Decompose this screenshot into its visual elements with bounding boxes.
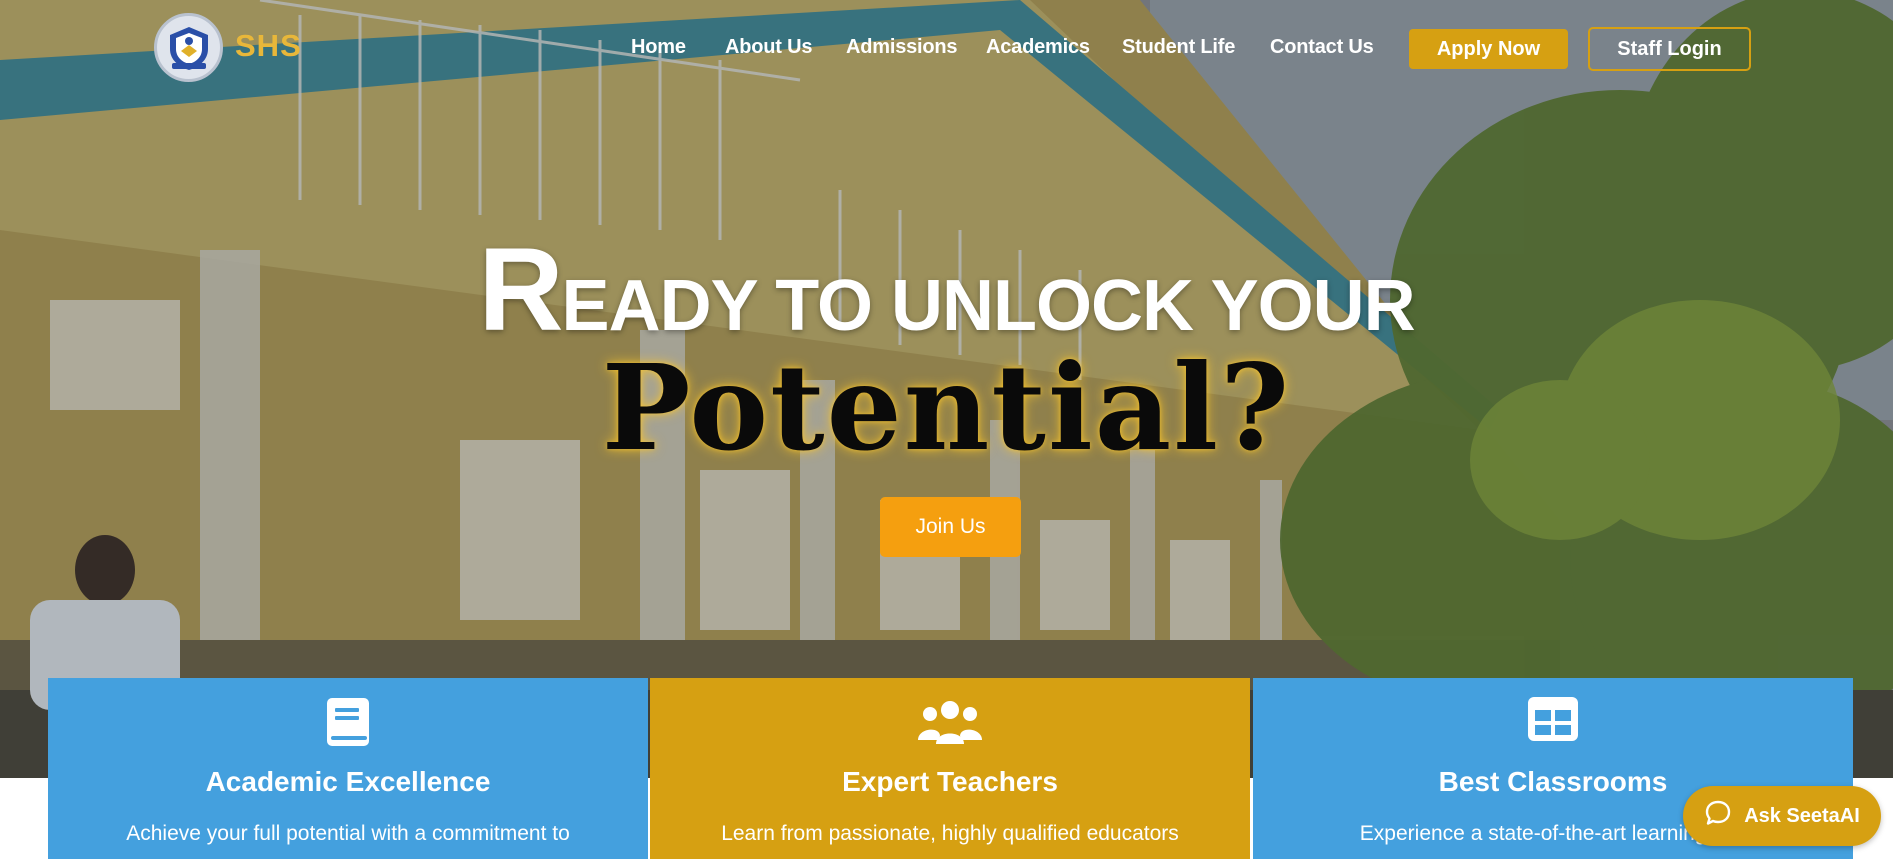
nav-academics[interactable]: Academics bbox=[986, 36, 1090, 59]
school-crest-icon[interactable] bbox=[154, 13, 223, 82]
feature-title: Academic Excellence bbox=[205, 766, 491, 797]
brand-name[interactable]: SHS bbox=[235, 28, 302, 64]
book-icon bbox=[325, 696, 371, 753]
ask-seetaai-button[interactable]: Ask SeetaAI bbox=[1683, 786, 1881, 846]
chat-bubble-icon bbox=[1704, 799, 1732, 833]
nav-student-life[interactable]: Student Life bbox=[1122, 36, 1235, 59]
nav-contact-us[interactable]: Contact Us bbox=[1270, 36, 1374, 59]
hero-headline-cap: R bbox=[478, 224, 563, 356]
feature-description: Achieve your full potential with a commi… bbox=[126, 822, 570, 845]
apply-now-button[interactable]: Apply Now bbox=[1409, 29, 1568, 69]
join-us-button[interactable]: Join Us bbox=[880, 497, 1021, 557]
classroom-grid-icon bbox=[1527, 696, 1579, 747]
feature-description: Learn from passionate, highly qualified … bbox=[721, 822, 1179, 845]
hero-headline-rest: EADY TO UNLOCK YOUR bbox=[561, 266, 1416, 346]
nav-about-us[interactable]: About Us bbox=[725, 36, 812, 59]
feature-title: Expert Teachers bbox=[842, 766, 1058, 797]
nav-admissions[interactable]: Admissions bbox=[846, 36, 958, 59]
nav-home[interactable]: Home bbox=[631, 36, 686, 59]
hero-headline-accent: Potential? bbox=[601, 338, 1292, 477]
staff-login-button[interactable]: Staff Login bbox=[1588, 27, 1751, 71]
feature-card-expert-teachers: Expert Teachers Learn from passionate, h… bbox=[650, 678, 1250, 859]
users-icon bbox=[918, 696, 982, 753]
feature-card-academic-excellence: Academic Excellence Achieve your full po… bbox=[48, 678, 648, 859]
chat-label: Ask SeetaAI bbox=[1744, 804, 1860, 827]
